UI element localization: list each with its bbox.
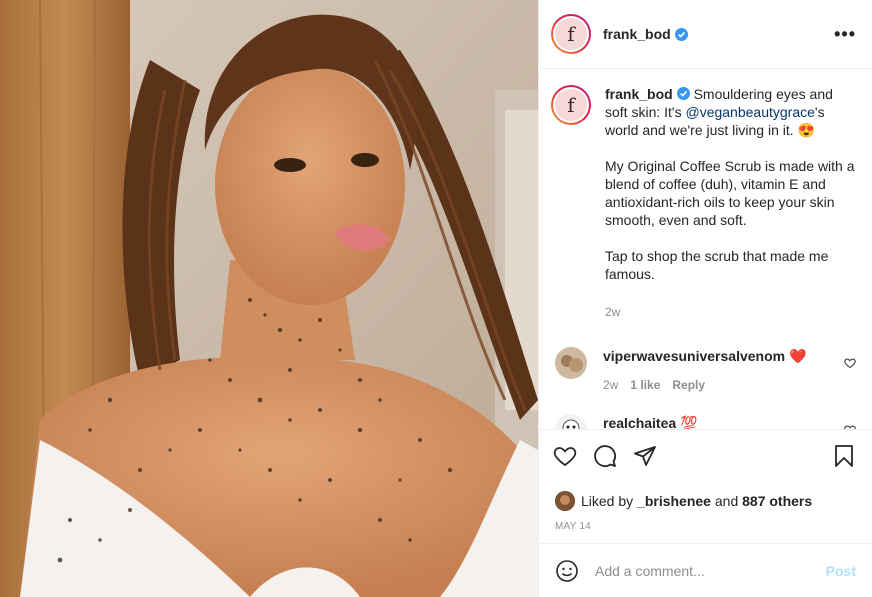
comment-text-line: viperwavesuniversalvenom ❤️ [603, 347, 806, 365]
photo-illustration [0, 0, 538, 597]
small-heart-icon[interactable] [844, 424, 856, 429]
commenter-avatar-image [555, 347, 587, 379]
liker-username[interactable]: _brishenee [637, 493, 711, 509]
liker-avatar[interactable] [555, 491, 575, 511]
commenter-avatar[interactable] [555, 347, 587, 379]
heart-icon[interactable] [553, 444, 577, 468]
likes-prefix: Liked by [581, 493, 638, 509]
commenter-avatar[interactable] [555, 414, 587, 429]
likes-middle: and [710, 493, 743, 509]
more-options-icon[interactable]: ••• [834, 24, 856, 45]
avatar-inner: f [553, 16, 589, 52]
post-date[interactable]: MAY 14 [539, 511, 872, 543]
smiley-icon[interactable] [555, 559, 579, 583]
likes-count[interactable]: 887 others [742, 493, 812, 509]
comment-body: viperwavesuniversalvenom ❤️ 2w 1 like Re… [603, 347, 806, 394]
post-header: f frank_bod ••• [539, 0, 872, 69]
comment-username[interactable]: realchaitea [603, 415, 676, 429]
comment-meta: 2w 1 like Reply [603, 376, 806, 394]
header-username[interactable]: frank_bod [603, 26, 671, 42]
reply-button[interactable]: Reply [672, 376, 705, 394]
small-heart-icon[interactable] [844, 357, 856, 369]
action-bar [539, 429, 872, 481]
comment-likes[interactable]: 1 like [630, 376, 660, 394]
post-container: f frank_bod ••• f frank_bod Smouldering … [0, 0, 872, 597]
caption-time[interactable]: 2w [605, 303, 856, 321]
side-panel: f frank_bod ••• f frank_bod Smouldering … [538, 0, 872, 597]
avatar-letter: f [555, 89, 587, 121]
comment-username[interactable]: viperwavesuniversalvenom [603, 348, 785, 364]
account-avatar[interactable]: f [551, 14, 591, 54]
liker-avatar-image [555, 491, 575, 511]
avatar-letter: f [555, 18, 587, 50]
caption-username[interactable]: frank_bod [605, 86, 673, 102]
comment-text: ❤️ [785, 348, 807, 364]
likes-row: Liked by _brishenee and 887 others [539, 481, 872, 511]
comment-text: 💯 [676, 415, 698, 429]
caption: f frank_bod Smouldering eyes and soft sk… [551, 85, 856, 321]
paper-plane-icon[interactable] [633, 444, 657, 468]
post-photo[interactable] [0, 0, 538, 597]
comment-bubble-icon[interactable] [593, 444, 617, 468]
caption-mention[interactable]: @veganbeautygrace [685, 104, 814, 120]
caption-text: frank_bod Smouldering eyes and soft skin… [605, 85, 856, 321]
comment-item: viperwavesuniversalvenom ❤️ 2w 1 like Re… [551, 347, 856, 394]
avatar-inner: f [553, 87, 589, 123]
bookmark-icon[interactable] [832, 444, 856, 468]
verified-badge-icon [676, 87, 690, 100]
comment-text-line: realchaitea 💯 [603, 414, 698, 429]
caption-paragraph-1: frank_bod Smouldering eyes and soft skin… [605, 85, 856, 139]
comment-time[interactable]: 2w [603, 376, 618, 394]
add-comment-bar: Add a comment... Post [539, 543, 872, 597]
verified-badge-icon [674, 27, 688, 41]
comment-body: realchaitea 💯 [603, 414, 698, 429]
comment-item: realchaitea 💯 [551, 414, 856, 429]
caption-paragraph-2: My Original Coffee Scrub is made with a … [605, 158, 855, 228]
commenter-avatar-image [555, 414, 587, 429]
comments-area[interactable]: f frank_bod Smouldering eyes and soft sk… [539, 69, 872, 429]
caption-avatar[interactable]: f [551, 85, 591, 125]
likes-text: Liked by _brishenee and 887 others [581, 493, 812, 509]
caption-paragraph-3: Tap to shop the scrub that made me famou… [605, 248, 829, 282]
post-button[interactable]: Post [826, 563, 856, 579]
comment-input[interactable]: Add a comment... [595, 563, 826, 579]
